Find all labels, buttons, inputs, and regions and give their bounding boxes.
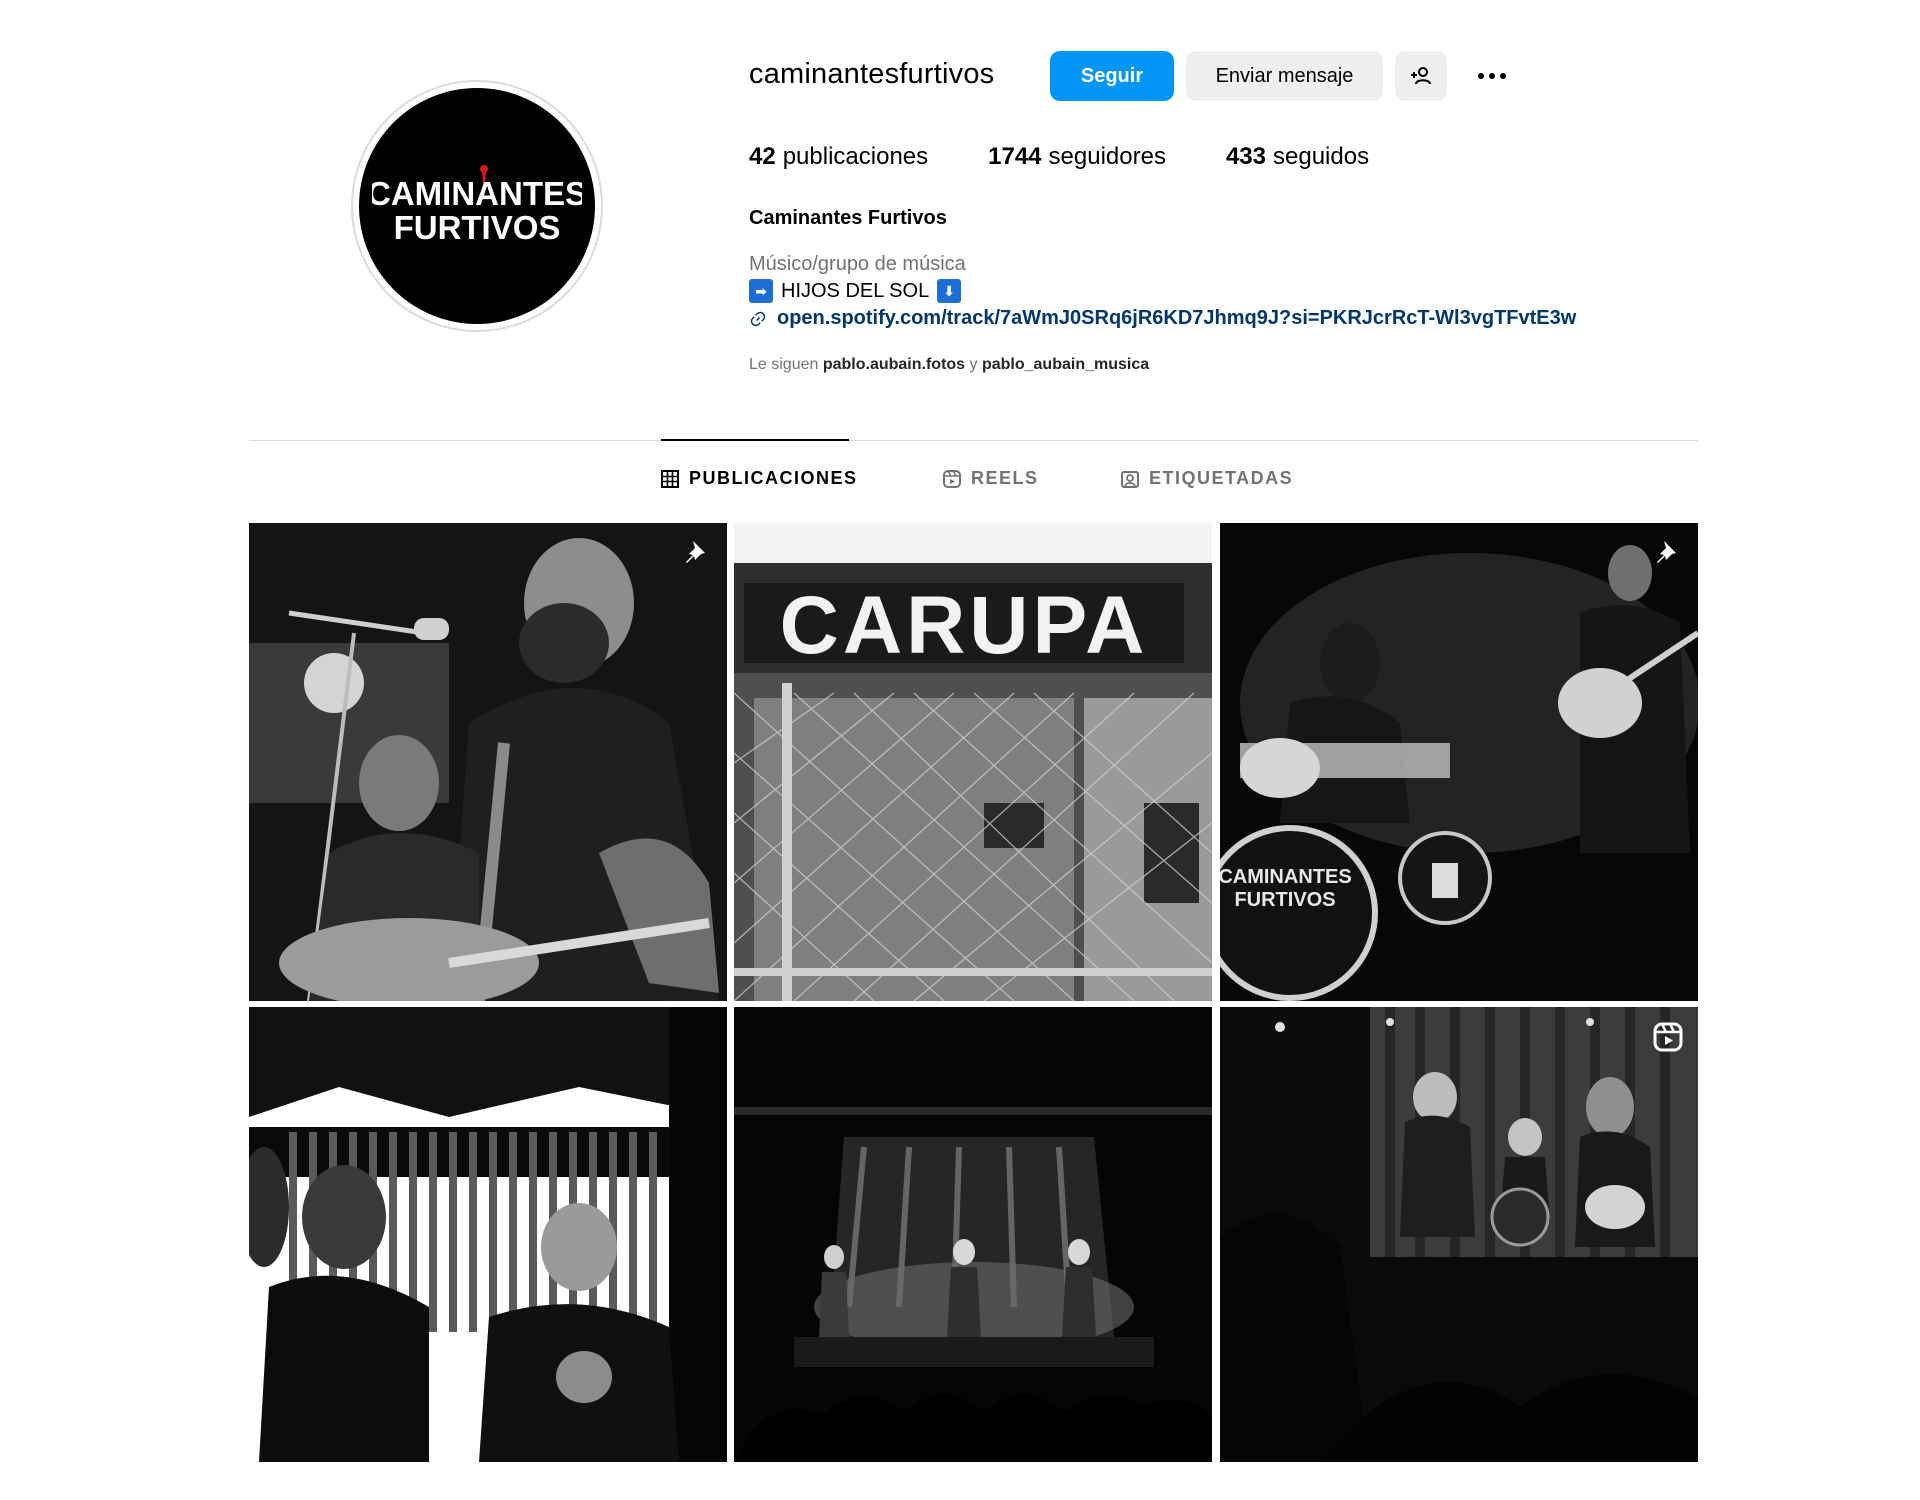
send-message-button[interactable]: Enviar mensaje [1186, 51, 1383, 101]
following-count[interactable]: 433 seguidos [1226, 143, 1369, 171]
tagged-icon [1121, 470, 1139, 488]
band-logo: CAMINANTES FURTIVOS [372, 165, 582, 246]
svg-text:CAMINANTES: CAMINANTES [372, 175, 582, 212]
profile-avatar[interactable]: CAMINANTES FURTIVOS [351, 80, 603, 332]
tab-etiquetadas-label: ETIQUETADAS [1149, 468, 1294, 488]
post-image: CAMINANTES FURTIVOS [1220, 523, 1698, 1001]
post-tile[interactable] [1220, 1007, 1698, 1462]
tab-etiquetadas[interactable]: ETIQUETADAS [1121, 468, 1293, 489]
profile-page: CAMINANTES FURTIVOS caminantesfurtivos S… [0, 0, 1920, 1500]
post-image [1220, 1007, 1698, 1462]
posts-count[interactable]: 42 publicaciones [749, 143, 928, 171]
post-tile[interactable] [249, 523, 727, 1001]
post-image: CARUPA [734, 523, 1212, 1001]
bio-text: HIJOS DEL SOL [781, 279, 930, 302]
follow-button[interactable]: Seguir [1050, 51, 1174, 101]
reels-icon [943, 469, 961, 488]
profile-tabs: PUBLICACIONES REELS ETIQUETADAS [0, 468, 1920, 498]
grid-icon [661, 469, 679, 488]
active-tab-indicator [661, 439, 849, 441]
reel-indicator-icon [1653, 1022, 1683, 1052]
post-tile[interactable] [249, 1007, 727, 1462]
person-add-icon [1411, 67, 1431, 85]
followers-count-value: 1744 [988, 143, 1042, 170]
profile-category: Músico/grupo de música [749, 253, 966, 275]
following-count-value: 433 [1225, 143, 1266, 170]
arrow-down-emoji-icon: ⬇ [937, 279, 962, 303]
pinned-post-icon [1657, 541, 1676, 563]
followed-by-user-1[interactable]: pablo.aubain.fotos [823, 356, 965, 373]
post-tile[interactable]: CARUPA [734, 523, 1212, 1001]
followed-by-user-2[interactable]: pablo_aubain_musica [982, 356, 1149, 373]
more-options-icon[interactable] [1472, 62, 1512, 90]
post-image [249, 523, 727, 1001]
post-image [249, 1007, 727, 1462]
post-tile[interactable]: CAMINANTES FURTIVOS [1220, 523, 1698, 1001]
followed-by-separator: y [969, 356, 978, 373]
svg-text:CARUPA: CARUPA [780, 580, 1149, 671]
followers-count-label: seguidores [1048, 143, 1166, 170]
svg-text:FURTIVOS: FURTIVOS [394, 209, 561, 246]
avatar-logo: CAMINANTES FURTIVOS [359, 88, 595, 324]
tabs-divider [249, 440, 1698, 441]
pinned-post-icon [686, 541, 705, 563]
profile-username: caminantesfurtivos [749, 58, 995, 90]
tab-publicaciones-label: PUBLICACIONES [689, 468, 858, 488]
profile-link[interactable]: open.spotify.com/track/7aWmJ0SRq6jR6KD7J… [749, 307, 1576, 330]
svg-text:CAMINANTES: CAMINANTES [1220, 866, 1352, 888]
posts-count-value: 42 [749, 143, 776, 170]
profile-full-name: Caminantes Furtivos [749, 207, 947, 229]
arrow-right-emoji-icon: ➡ [749, 279, 773, 303]
post-tile[interactable] [734, 1007, 1212, 1462]
link-icon [750, 311, 766, 326]
suggested-accounts-button[interactable] [1395, 51, 1447, 101]
followed-by-prefix: Le siguen [749, 356, 819, 373]
svg-text:FURTIVOS: FURTIVOS [1234, 889, 1335, 911]
following-count-label: seguidos [1273, 143, 1370, 170]
profile-bio: ➡ HIJOS DEL SOL ⬇ [749, 279, 962, 303]
tab-publicaciones[interactable]: PUBLICACIONES [661, 468, 858, 489]
tab-reels-label: REELS [971, 468, 1039, 488]
tab-reels[interactable]: REELS [943, 468, 1039, 489]
post-image [734, 1007, 1212, 1462]
profile-stats: 42 publicaciones 1744 seguidores 433 seg… [749, 143, 1429, 171]
followers-count[interactable]: 1744 seguidores [988, 143, 1166, 171]
posts-count-label: publicaciones [782, 143, 929, 170]
followed-by: Le siguen pablo.aubain.fotos y pablo_aub… [749, 356, 1149, 374]
profile-link-text: open.spotify.com/track/7aWmJ0SRq6jR6KD7J… [777, 307, 1577, 329]
